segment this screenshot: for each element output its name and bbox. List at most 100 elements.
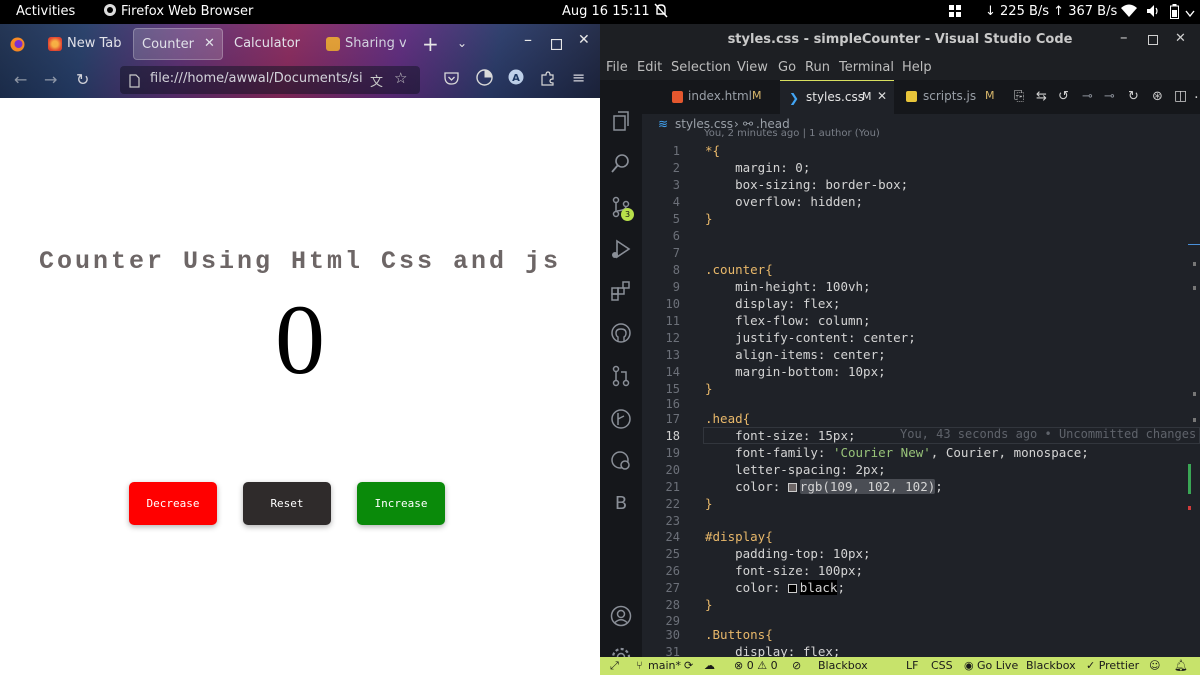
branch-name[interactable]: main*: [648, 659, 681, 672]
code-line: .counter{: [705, 262, 773, 277]
html5-icon: [672, 91, 683, 103]
menu-selection[interactable]: Selection: [671, 60, 731, 75]
back-arrow-icon[interactable]: ←: [14, 70, 27, 89]
extensions-icon[interactable]: [609, 280, 633, 304]
tab-scripts-js[interactable]: scripts.js M: [898, 80, 1010, 114]
editor-scrollbar[interactable]: [1188, 134, 1200, 654]
run-and-debug-icon[interactable]: [609, 238, 633, 262]
line-number: 14: [665, 365, 680, 379]
url-bar[interactable]: file:///home/awwal/Documents/sim 文 ☆: [120, 66, 420, 94]
blackbox-status-left[interactable]: Blackbox: [818, 659, 868, 672]
pull-requests-icon[interactable]: [609, 365, 633, 389]
previous-change-icon[interactable]: ↺: [1058, 89, 1069, 104]
account-avatar-icon[interactable]: A: [508, 69, 524, 89]
git-graph-icon[interactable]: [609, 408, 633, 432]
language-mode[interactable]: CSS: [931, 659, 953, 672]
maximize-icon[interactable]: [550, 35, 563, 54]
menu-file[interactable]: File: [606, 60, 628, 75]
explorer-files-icon[interactable]: [609, 110, 633, 134]
menu-help[interactable]: Help: [902, 60, 932, 75]
increase-button[interactable]: Increase: [357, 482, 445, 525]
extension-circle-icon[interactable]: [476, 69, 493, 90]
tab-calculator[interactable]: Calculator: [226, 28, 316, 60]
go-live-button[interactable]: Go Live: [977, 659, 1018, 672]
focused-app-name[interactable]: Firefox Web Browser: [121, 4, 253, 19]
next-change-icon[interactable]: ↻: [1128, 89, 1139, 104]
activities-button[interactable]: Activities: [16, 4, 75, 19]
decrease-button[interactable]: Decrease: [129, 482, 217, 525]
counter-display: 0: [275, 284, 325, 395]
problems-indicator[interactable]: ⊗ 0 ⚠ 0: [734, 659, 778, 672]
more-actions-icon[interactable]: …: [1194, 86, 1200, 102]
commit-dot-icon[interactable]: ⊸: [1082, 89, 1093, 104]
line-number: 7: [672, 246, 680, 260]
end-of-line[interactable]: LF: [906, 659, 918, 672]
menu-terminal[interactable]: Terminal: [839, 60, 894, 75]
minimize-icon[interactable]: –: [524, 30, 532, 49]
bookmark-star-icon[interactable]: ☆: [394, 69, 407, 87]
open-changes-icon[interactable]: ⎘: [1014, 89, 1024, 104]
wifi-icon[interactable]: [1121, 4, 1137, 21]
blackbox-status-right[interactable]: Blackbox: [1026, 659, 1076, 672]
battery-icon[interactable]: [1170, 4, 1179, 23]
close-window-icon[interactable]: ✕: [1175, 31, 1186, 46]
accounts-icon[interactable]: [609, 605, 633, 629]
notifications-bell-icon[interactable]: 🔔︎: [1174, 659, 1188, 672]
codelens-blame-header[interactable]: You, 2 minutes ago | 1 author (You): [704, 128, 880, 139]
split-editor-icon[interactable]: ◫: [1174, 88, 1187, 104]
color-swatch[interactable]: [787, 483, 797, 492]
maximize-icon[interactable]: [1148, 34, 1158, 49]
open-file-changes-icon[interactable]: ⇆: [1036, 89, 1047, 104]
blackbox-icon[interactable]: B: [609, 492, 633, 516]
remote-indicator-icon[interactable]: ⤢: [610, 659, 619, 673]
menu-edit[interactable]: Edit: [637, 60, 662, 75]
tab-styles-css[interactable]: ❯ styles.css M ✕: [780, 80, 894, 114]
new-tab-button[interactable]: +: [422, 32, 439, 56]
code-line: font-family: 'Courier New', Courier, mon…: [705, 445, 1089, 460]
list-all-tabs-chevron-down-icon[interactable]: ⌄: [457, 36, 467, 50]
line-number: 5: [672, 212, 680, 226]
ports-icon[interactable]: ⊘: [792, 659, 801, 672]
power-menu-icon[interactable]: [1185, 3, 1195, 21]
menu-go[interactable]: Go: [778, 60, 796, 75]
toggle-blame-icon[interactable]: ⊛: [1152, 89, 1163, 104]
close-tab-icon[interactable]: ✕: [204, 36, 215, 51]
menu-run[interactable]: Run: [805, 60, 830, 75]
sync-icon[interactable]: ⟳: [684, 659, 693, 672]
tab-sharing[interactable]: Sharing v: [318, 28, 406, 60]
tab-counter[interactable]: Counter ✕: [133, 28, 223, 60]
close-tab-icon[interactable]: ✕: [877, 89, 887, 103]
line-number: 17: [665, 412, 680, 426]
color-swatch[interactable]: [787, 584, 797, 593]
tab-index-html[interactable]: index.html M: [664, 80, 776, 114]
translate-icon[interactable]: 文: [370, 71, 383, 90]
clock[interactable]: Aug 16 15:11: [562, 4, 650, 19]
tab-new-tab[interactable]: New Tab: [42, 28, 130, 60]
commit-dot-2-icon[interactable]: ⊸: [1104, 89, 1115, 104]
extensions-puzzle-icon[interactable]: [540, 71, 555, 90]
hamburger-menu-icon[interactable]: ≡: [572, 68, 585, 87]
github-icon[interactable]: [609, 322, 633, 346]
code-line: .Buttons{: [705, 627, 773, 642]
feedback-icon[interactable]: ☺: [1149, 659, 1160, 672]
line-number: 12: [665, 331, 680, 345]
workspace-grid-icon[interactable]: [949, 5, 961, 21]
reload-icon[interactable]: ↻: [76, 70, 89, 89]
status-bar: ⤢ ⑂ main* ⟳ ☁ ⊗ 0 ⚠ 0 ⊘ Blackbox LF CSS …: [600, 657, 1200, 675]
prettier-status[interactable]: ✓ Prettier: [1086, 659, 1139, 672]
reset-button[interactable]: Reset: [243, 482, 331, 525]
live-share-icon[interactable]: [609, 450, 633, 474]
branch-icon: ⑂: [636, 659, 643, 672]
search-icon[interactable]: [609, 152, 633, 176]
minimize-icon[interactable]: –: [1120, 28, 1128, 46]
volume-icon[interactable]: [1146, 4, 1160, 22]
pocket-icon[interactable]: [444, 71, 459, 89]
line-number: 6: [672, 229, 680, 243]
close-window-icon[interactable]: ✕: [578, 32, 590, 48]
vscode-window: styles.css - simpleCounter - Visual Stud…: [600, 24, 1200, 675]
menu-view[interactable]: View: [737, 60, 768, 75]
firefox-view-icon[interactable]: [10, 37, 25, 56]
forward-arrow-icon[interactable]: →: [44, 70, 57, 89]
publish-icon[interactable]: ☁: [704, 659, 715, 672]
network-speed-indicator[interactable]: ↓ 225 B/s ↑ 367 B/s: [985, 4, 1117, 19]
